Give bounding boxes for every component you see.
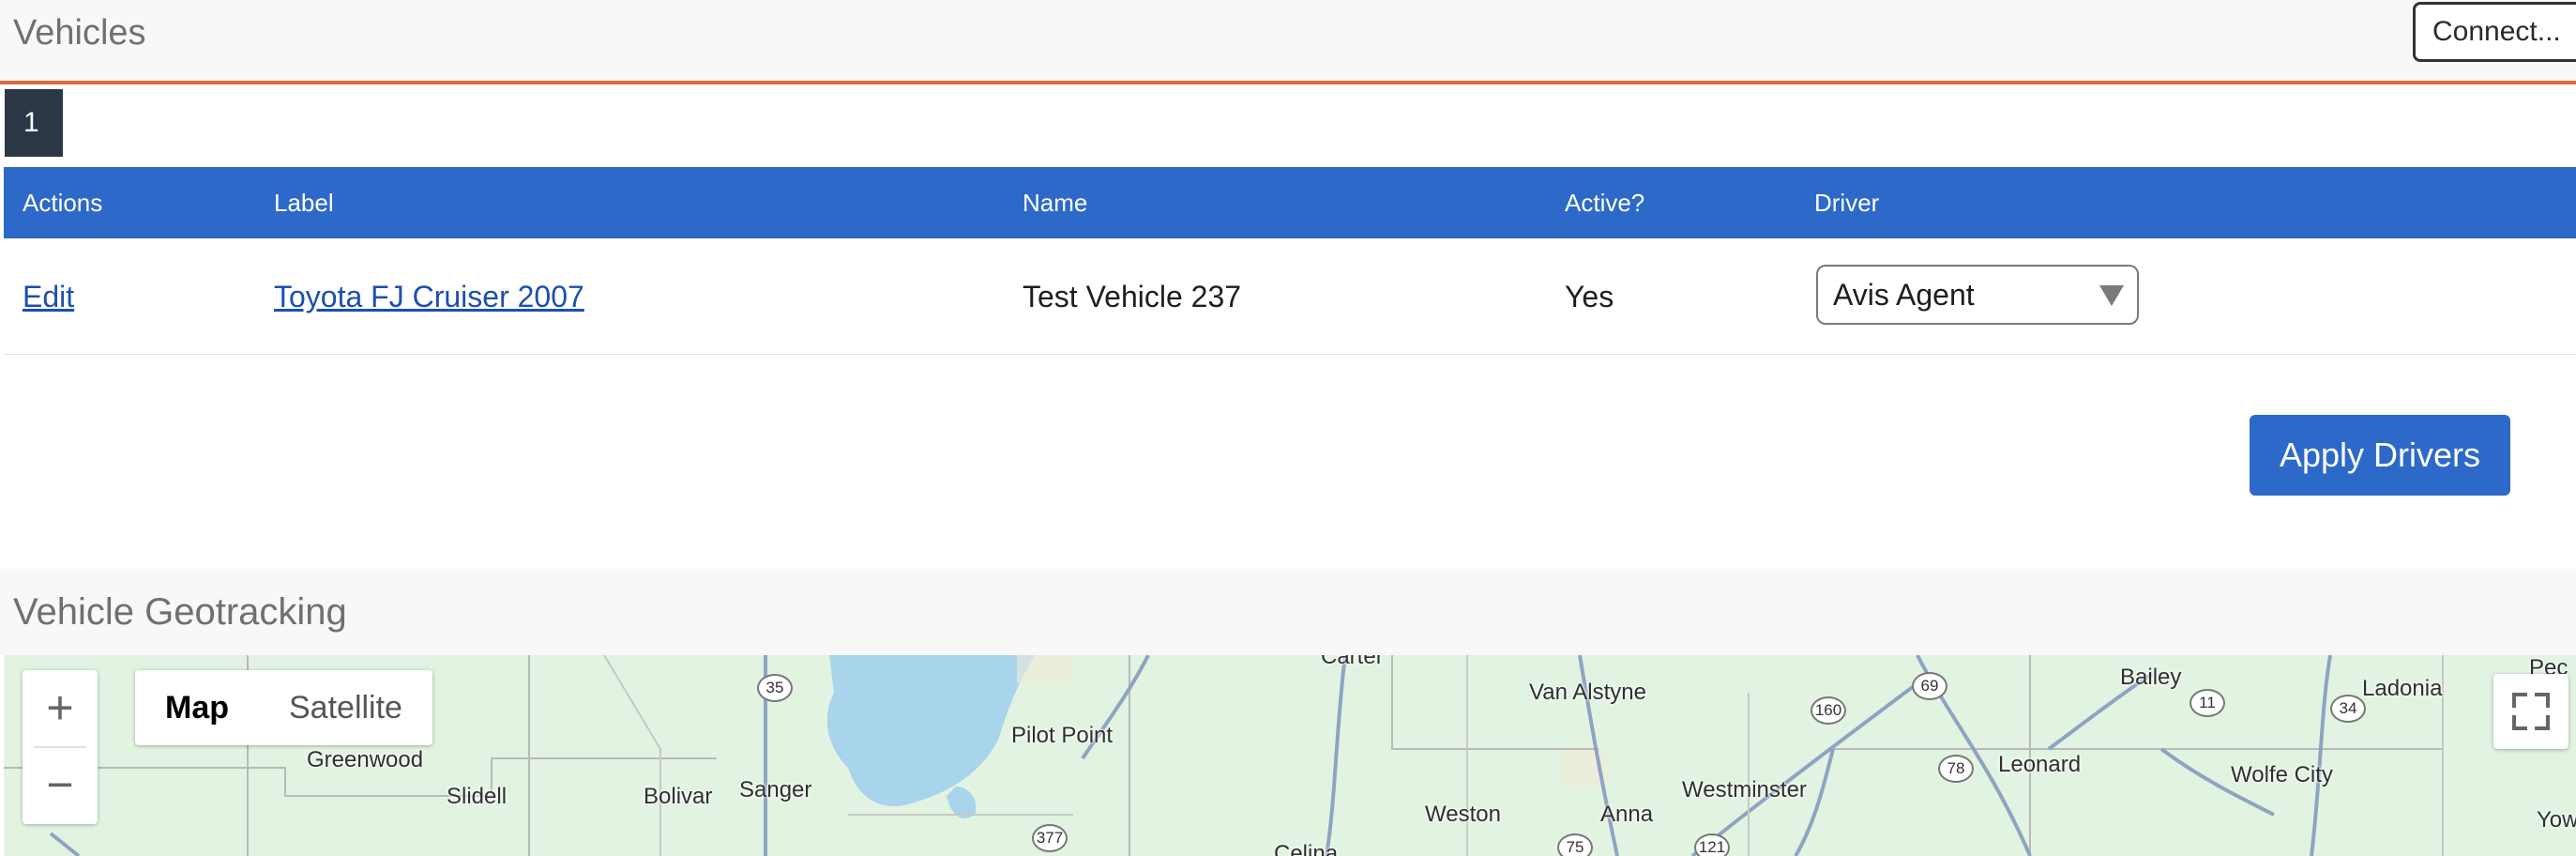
road-shield-69: 69 — [1912, 672, 1947, 700]
geotracking-header: Vehicle Geotracking — [0, 569, 2576, 655]
connect-button[interactable]: Connect... — [2413, 2, 2576, 62]
lake-shape — [826, 655, 1036, 806]
map-label-bolivar: Bolivar — [644, 784, 713, 809]
road-shield-377: 377 — [1032, 824, 1068, 852]
map-label-sanger: Sanger — [739, 777, 812, 802]
lake-arm — [947, 787, 977, 818]
zoom-in-button[interactable]: + — [23, 670, 98, 745]
column-header-name: Name — [1023, 189, 1088, 217]
chevron-down-icon — [2099, 285, 2124, 306]
column-header-actions: Actions — [23, 189, 103, 217]
map-label-greenwood: Greenwood — [307, 747, 424, 772]
map-label-ladonia: Ladonia — [2362, 676, 2443, 701]
map-label-pilot-point: Pilot Point — [1011, 723, 1114, 748]
map-label-bailey: Bailey — [2120, 665, 2182, 690]
map-type-satellite-button[interactable]: Satellite — [259, 670, 432, 745]
pagination-page-1[interactable]: 1 — [5, 89, 63, 157]
zoom-out-button[interactable]: − — [23, 747, 98, 822]
map-label-carter: Carter — [1321, 655, 1384, 669]
map-type-toggle: Map Satellite — [135, 670, 432, 745]
geotracking-map[interactable]: Greenwood Slidell Bolivar Sanger Pilot P… — [4, 655, 2576, 856]
map-label-weston: Weston — [1425, 802, 1501, 827]
map-label-leonard: Leonard — [1998, 752, 2082, 777]
map-label-westminster: Westminster — [1682, 777, 1807, 802]
driver-select-value: Avis Agent — [1833, 278, 1975, 312]
column-header-active: Active? — [1565, 189, 1645, 217]
map-label-slidell: Slidell — [447, 784, 508, 809]
land-patch — [1017, 655, 1073, 683]
vehicles-table: Actions Label Name Active? Driver — [4, 167, 2576, 238]
map-label-yow: Yow — [2537, 807, 2576, 833]
vehicle-active-status: Yes — [1565, 280, 1614, 313]
map-label-wolfe-city: Wolfe City — [2231, 762, 2333, 787]
page-title: Vehicles — [13, 13, 146, 53]
road-shield-160: 160 — [1811, 696, 1846, 725]
edit-link[interactable]: Edit — [23, 238, 74, 355]
map-type-map-button[interactable]: Map — [135, 670, 259, 745]
vehicle-label-link[interactable]: Toyota FJ Cruiser 2007 — [274, 238, 584, 355]
column-header-label: Label — [274, 189, 334, 217]
zoom-controls: + − — [23, 670, 98, 824]
road-shield-34: 34 — [2330, 695, 2366, 723]
vehicle-name: Test Vehicle 237 — [1023, 280, 1242, 313]
column-header-driver: Driver — [1814, 189, 1880, 217]
road-shield-75: 75 — [1557, 833, 1593, 856]
road-shield-78: 78 — [1938, 755, 1974, 783]
driver-select[interactable]: Avis Agent — [1816, 265, 2139, 325]
table-row: Edit Toyota FJ Cruiser 2007 Test Vehicle… — [4, 238, 2576, 355]
road-shield-35: 35 — [757, 674, 793, 702]
top-header: Vehicles Connect... — [0, 0, 2576, 84]
road-shield-121: 121 — [1694, 833, 1730, 856]
road-shield-11: 11 — [2190, 689, 2225, 717]
geotracking-title: Vehicle Geotracking — [13, 591, 347, 633]
fullscreen-button[interactable] — [2493, 674, 2568, 749]
table-header: Actions Label Name Active? Driver — [4, 167, 2576, 238]
map-label-celina: Celina — [1274, 841, 1339, 856]
apply-drivers-button[interactable]: Apply Drivers — [2250, 415, 2510, 496]
map-label-anna: Anna — [1600, 802, 1654, 827]
map-label-van-alstyne: Van Alstyne — [1529, 680, 1646, 705]
